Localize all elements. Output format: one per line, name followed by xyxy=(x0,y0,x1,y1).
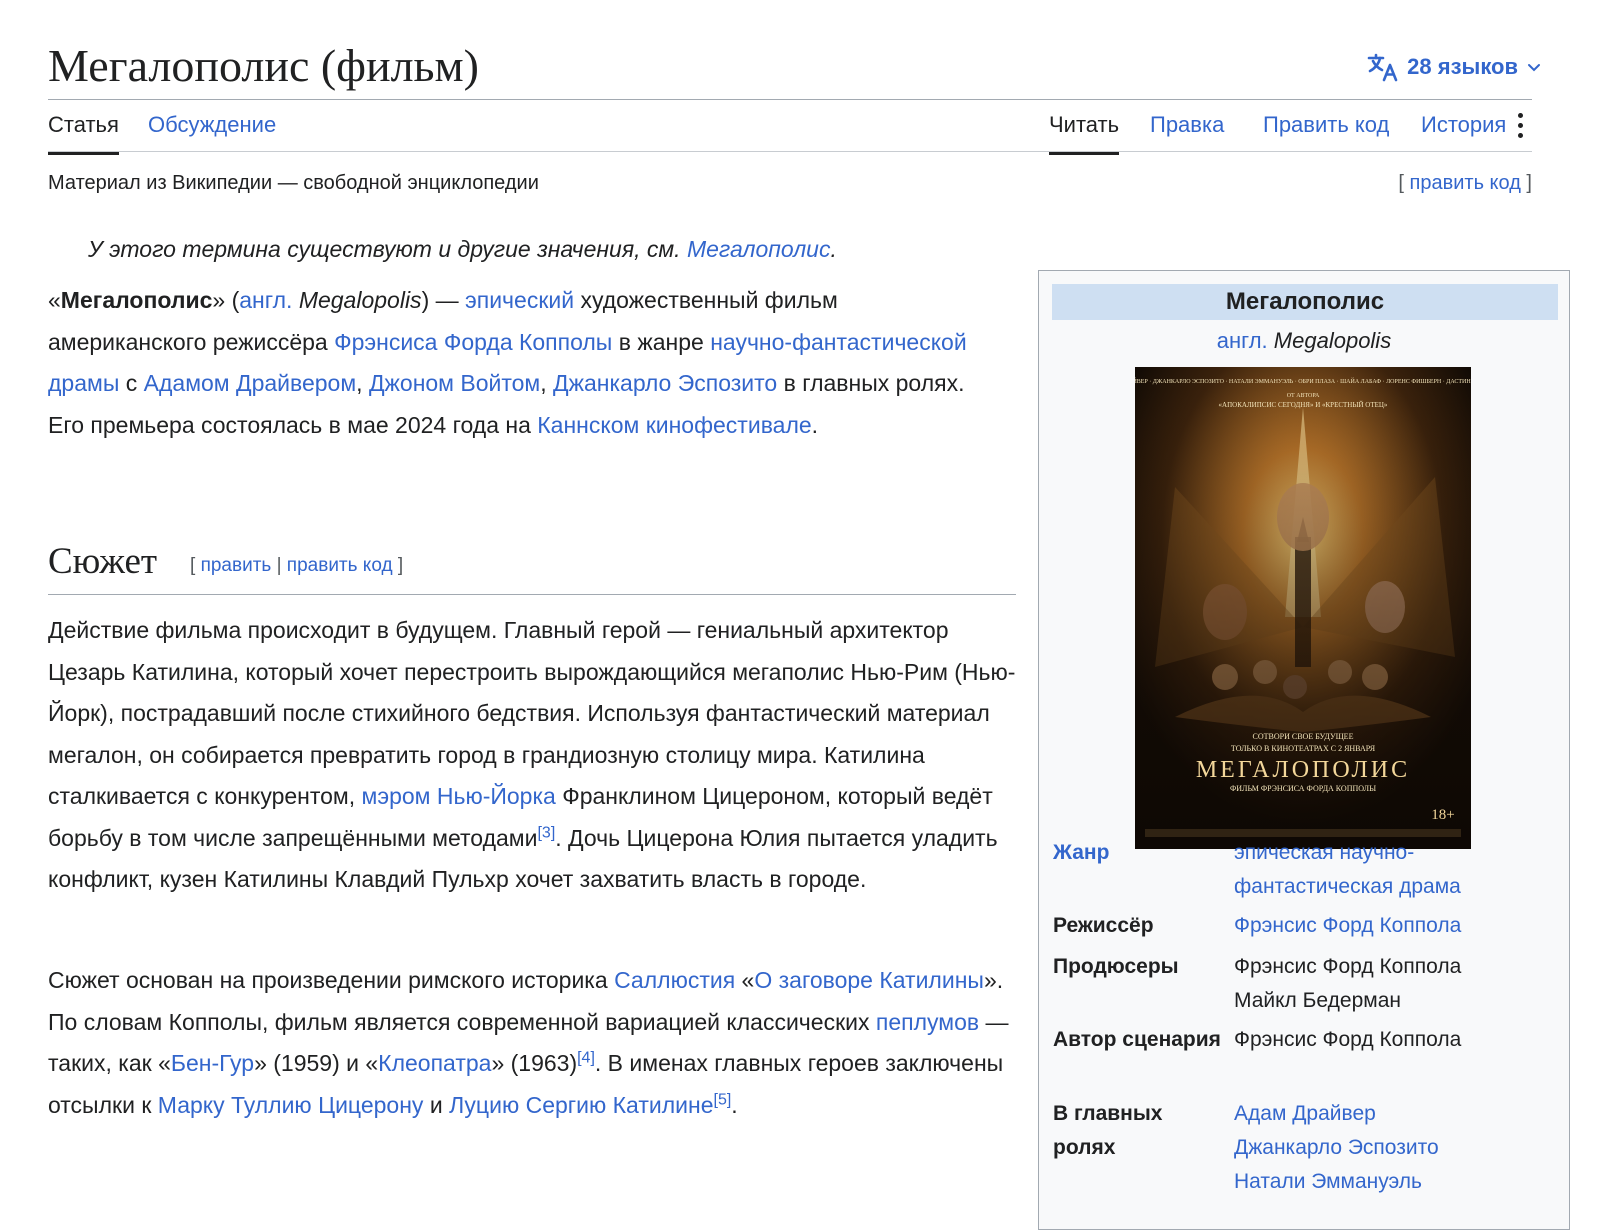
plot-paragraph-1: Действие фильма происходит в будущем. Гл… xyxy=(48,617,1016,892)
catiline-link[interactable]: Луцию Сергию Катилине xyxy=(449,1092,713,1118)
driver-link[interactable]: Адамом Драйвером xyxy=(144,370,357,396)
coppola-link[interactable]: Фрэнсиса Форда Копполы xyxy=(334,329,612,355)
poster-subtitle: ФИЛЬМ ФРЭНСИСА ФОРДА КОППОЛЫ xyxy=(1230,784,1376,793)
infobox-title: Мегалополис xyxy=(1052,284,1558,320)
reference-4[interactable]: [4] xyxy=(577,1049,595,1066)
lang-link[interactable]: англ. xyxy=(239,287,292,313)
benhur-link[interactable]: Бен-Гур xyxy=(171,1050,254,1076)
more-options-icon[interactable] xyxy=(1514,110,1526,142)
infobox-original-title: англ. Megalopolis xyxy=(1216,328,1392,353)
intro-paragraph: «Мегалополис» (англ. Megalopolis) — эпич… xyxy=(48,287,967,438)
edit-source-link[interactable]: править код xyxy=(1410,172,1521,194)
starring-driver-link[interactable]: Адам Драйвер xyxy=(1234,1097,1554,1131)
translate-icon xyxy=(1367,53,1398,82)
site-tagline: Материал из Википедии — свободной энцикл… xyxy=(48,172,539,194)
cannes-link[interactable]: Каннском кинофестивале xyxy=(537,412,811,438)
hatnote: У этого термина существуют и другие знач… xyxy=(88,236,837,262)
infobox-value-director[interactable]: Фрэнсис Форд Коппола xyxy=(1234,909,1554,943)
infobox-label-genre[interactable]: Жанр xyxy=(1053,836,1223,870)
tab-read[interactable]: Читать xyxy=(1049,108,1120,155)
section-edit-source-link[interactable]: править код xyxy=(287,555,393,576)
sallust-link[interactable]: Саллюстия xyxy=(614,967,735,993)
top-edit-section: [ править код ] xyxy=(1398,172,1532,194)
mayor-link[interactable]: мэром Нью-Йорка xyxy=(362,783,556,809)
tab-article[interactable]: Статья xyxy=(48,108,119,155)
infobox-value-writer: Фрэнсис Форд Коппола xyxy=(1234,1028,1462,1051)
section-edit-link[interactable]: править xyxy=(201,555,272,576)
conspiracy-link[interactable]: О заговоре Катилины xyxy=(754,967,984,993)
tab-edit[interactable]: Правка xyxy=(1150,108,1224,151)
tab-history[interactable]: История xyxy=(1421,108,1506,151)
reference-5[interactable]: [5] xyxy=(714,1091,732,1108)
infobox-label-director: Режиссёр xyxy=(1053,914,1154,937)
page-title: Мегалополис (фильм) xyxy=(48,40,479,91)
infobox-value-producers: Фрэнсис Форд Коппола Майкл Бедерман xyxy=(1234,955,1462,1012)
cleopatra-link[interactable]: Клеопатра xyxy=(378,1050,491,1076)
esposito-link[interactable]: Джанкарло Эспозито xyxy=(553,370,777,396)
chevron-down-icon xyxy=(1528,64,1540,72)
infobox-lang-link[interactable]: англ. xyxy=(1217,328,1268,353)
starring-emmanuel-link[interactable]: Натали Эммануэль xyxy=(1234,1165,1554,1199)
infobox-value-starring: Адам Драйвер Джанкарло Эспозито Натали Э… xyxy=(1234,1097,1554,1199)
section-edit-links: [ править | править код ] xyxy=(190,555,404,576)
poster-from: ОТ АВТОРА xyxy=(1287,393,1320,399)
cicero-link[interactable]: Марку Туллию Цицерону xyxy=(158,1092,424,1118)
epic-link[interactable]: эпический xyxy=(465,287,574,313)
infobox-label-starring: В главных ролях xyxy=(1053,1102,1163,1159)
plot-paragraph-2: Сюжет основан на произведении римского и… xyxy=(48,967,1009,1118)
tab-edit-source[interactable]: Править код xyxy=(1263,108,1389,151)
peplum-link[interactable]: пеплумов xyxy=(876,1009,979,1035)
poster-cast: АДАМ ДРАЙВЕР · ДЖАНКАРЛО ЭСПОЗИТО · НАТА… xyxy=(1135,377,1471,385)
article-subject: Мегалополис xyxy=(60,287,213,313)
disambiguation-link[interactable]: Мегалополис xyxy=(687,236,831,262)
tabs-divider xyxy=(48,151,1532,152)
language-button[interactable]: 28 языков xyxy=(1367,52,1542,82)
poster-from-works: «АПОКАЛИПСИС СЕГОДНЯ» И «КРЕСТНЫЙ ОТЕЦ» xyxy=(1219,401,1388,409)
languages-label[interactable]: 28 языков xyxy=(1407,54,1518,80)
poster-age-rating: 18+ xyxy=(1431,807,1454,823)
infobox-value-genre[interactable]: эпическая научно-фантастическая драма xyxy=(1234,836,1554,904)
poster-slogan: СОТВОРИ СВОЕ БУДУЩЕЕ xyxy=(1253,732,1354,741)
film-poster[interactable]: АДАМ ДРАЙВЕР · ДЖАНКАРЛО ЭСПОЗИТО · НАТА… xyxy=(1135,367,1471,849)
starring-esposito-link[interactable]: Джанкарло Эспозито xyxy=(1234,1131,1554,1165)
voight-link[interactable]: Джоном Войтом xyxy=(369,370,540,396)
reference-3[interactable]: [3] xyxy=(537,824,555,841)
poster-title: МЕГАЛОПОЛИС xyxy=(1196,757,1410,783)
section-heading-plot: Сюжет xyxy=(48,541,158,582)
poster-release: ТОЛЬКО В КИНОТЕАТРАХ С 2 ЯНВАРЯ xyxy=(1231,744,1376,753)
infobox: Мегалополис англ. Megalopolis ВЕР · ДЖАН… xyxy=(1038,270,1570,1230)
section-divider xyxy=(48,594,1016,595)
title-divider xyxy=(48,99,1532,100)
infobox-label-producers: Продюсеры xyxy=(1053,955,1179,978)
tab-talk[interactable]: Обсуждение xyxy=(148,108,276,151)
infobox-label-writer: Автор сценария xyxy=(1053,1028,1221,1051)
